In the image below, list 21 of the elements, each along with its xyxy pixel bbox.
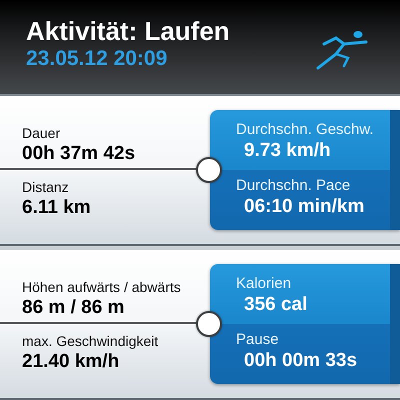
stat-label: Pause [236,330,280,349]
stat-value: 06:10 min/km [243,195,366,219]
stat-label: Kalorien [236,274,292,293]
stat-label: Höhen aufwärts / abwärts [22,278,182,296]
runner-icon [314,30,370,70]
stat-label: max. Geschwindigkeit [22,332,160,350]
stat-value: 21.40 km/h [22,350,120,374]
stat-value: 356 cal [243,293,308,317]
stat-label: Durchschn. Geschw. [236,120,375,139]
activity-date: 23.05.12 20:09 [26,46,168,72]
stat-value: 00h 00m 33s [243,349,358,373]
divider-knob [196,311,222,337]
stat-label: Distanz [22,178,70,196]
stat-label: Dauer [22,124,62,142]
stat-label: Durchschn. Pace [236,176,352,195]
stat-value: 00h 37m 42s [22,142,136,166]
stat-value: 86 m / 86 m [22,296,126,320]
activity-title: Aktivität: Laufen [26,16,230,46]
stat-value: 6.11 km [22,196,92,220]
stat-value: 9.73 km/h [243,139,332,163]
divider-knob [196,157,222,183]
